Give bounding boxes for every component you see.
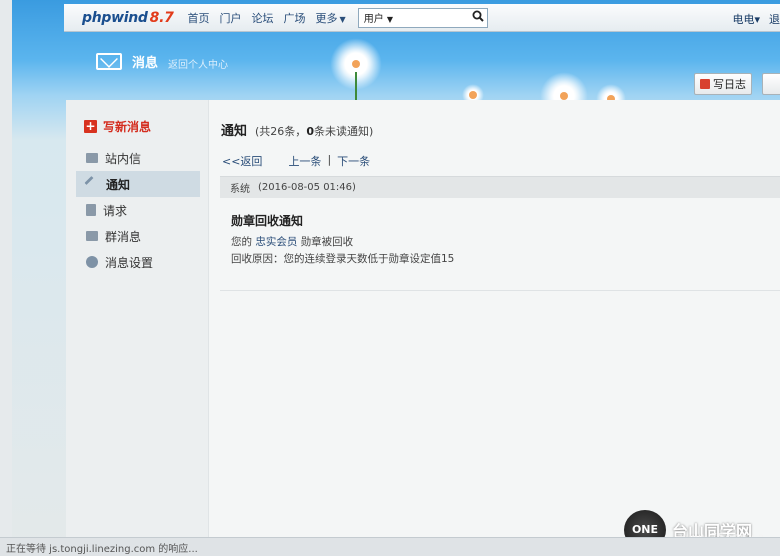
pencil-icon (84, 175, 101, 193)
nav-item-home[interactable]: 首页 (188, 10, 210, 26)
page-banner: 消息 返回个人中心 (96, 52, 228, 71)
status-text: 正在等待 js.tongji.linezing.com 的响应... (6, 543, 198, 555)
logout-link[interactable]: 退 (769, 11, 780, 27)
browser-status-bar: 正在等待 js.tongji.linezing.com 的响应... (0, 537, 780, 556)
gear-icon (86, 256, 98, 268)
compose-message-button[interactable]: + 写新消息 (84, 118, 151, 135)
main-nav: 首页 门户 论坛 广场 更多 ▼ (188, 10, 346, 26)
divider (220, 290, 780, 291)
user-menu[interactable]: 电电▾ (732, 11, 760, 27)
message-sender: 系统 (230, 184, 250, 195)
notification-count: (共26条，0条未读通知) (255, 125, 374, 138)
plus-icon: + (84, 119, 97, 133)
sidebar-item-requests[interactable]: 请求 (76, 197, 200, 223)
site-logo[interactable]: phpwind 8.7 (82, 10, 174, 26)
main-content: 通知 (共26条，0条未读通知) <<返回 上一条 | 下一条 系统 (2016… (209, 100, 780, 537)
top-navigation-bar: phpwind 8.7 首页 门户 论坛 广场 更多 ▼ 用户 ▼ 电电▾ 退 (64, 4, 780, 32)
back-to-center-link[interactable]: 返回个人中心 (168, 56, 228, 71)
sidebar-item-inbox[interactable]: 站内信 (76, 145, 200, 171)
prev-link[interactable]: 上一条 (288, 153, 321, 169)
nav-item-portal[interactable]: 门户 (220, 10, 242, 26)
search-scope-select[interactable]: 用户 ▼ (359, 10, 469, 25)
envelope-icon (96, 53, 122, 70)
search-icon[interactable] (469, 10, 487, 25)
message-pager: <<返回 上一条 | 下一条 (222, 153, 370, 169)
message-line-1: 您的 忠实会员 勋章被回收 (231, 236, 354, 248)
content-panel: + 写新消息 站内信 通知 请求 群消息 消息设置 通知 (共26条，0条未读通… (66, 100, 780, 537)
message-subject: 勋章回收通知 (231, 214, 304, 228)
sidebar-item-message-settings[interactable]: 消息设置 (76, 249, 200, 275)
section-title: 通知 (221, 124, 248, 139)
search-box[interactable]: 用户 ▼ (357, 7, 488, 28)
write-log-button[interactable]: 写日志 (694, 73, 752, 95)
window-left-edge (0, 0, 12, 556)
sidebar-menu: 站内信 通知 请求 群消息 消息设置 (76, 145, 200, 275)
chevron-down-icon: ▼ (339, 14, 346, 24)
sidebar: + 写新消息 站内信 通知 请求 群消息 消息设置 (66, 100, 209, 537)
envelope-icon (86, 153, 98, 163)
back-link[interactable]: <<返回 (222, 153, 262, 169)
group-icon (86, 231, 98, 241)
message-body: 勋章回收通知 您的 忠实会员 勋章被回收 回收原因：您的连续登录天数低于勋章设定… (231, 212, 454, 268)
sidebar-item-notifications[interactable]: 通知 (76, 171, 200, 197)
chevron-down-icon: ▼ (386, 15, 394, 24)
message-meta-bar: 系统 (2016-08-05 01:46) (220, 176, 780, 198)
stem-decoration (355, 72, 357, 102)
pager-separator: | (327, 153, 332, 166)
sidebar-item-group-messages[interactable]: 群消息 (76, 223, 200, 249)
document-icon (86, 204, 96, 216)
section-header: 通知 (共26条，0条未读通知) (221, 120, 373, 139)
nav-item-more[interactable]: 更多 ▼ (316, 10, 346, 26)
next-link[interactable]: 下一条 (337, 153, 370, 169)
medal-link[interactable]: 忠实会员 (255, 236, 297, 248)
nav-item-forum[interactable]: 论坛 (252, 10, 274, 26)
nav-item-square[interactable]: 广场 (284, 10, 306, 26)
page-title: 消息 (132, 56, 159, 71)
message-line-2: 回收原因：您的连续登录天数低于勋章设定值15 (231, 253, 455, 265)
write-icon (700, 79, 710, 89)
extra-button[interactable] (762, 73, 780, 95)
message-timestamp: (2016-08-05 01:46) (258, 182, 356, 193)
